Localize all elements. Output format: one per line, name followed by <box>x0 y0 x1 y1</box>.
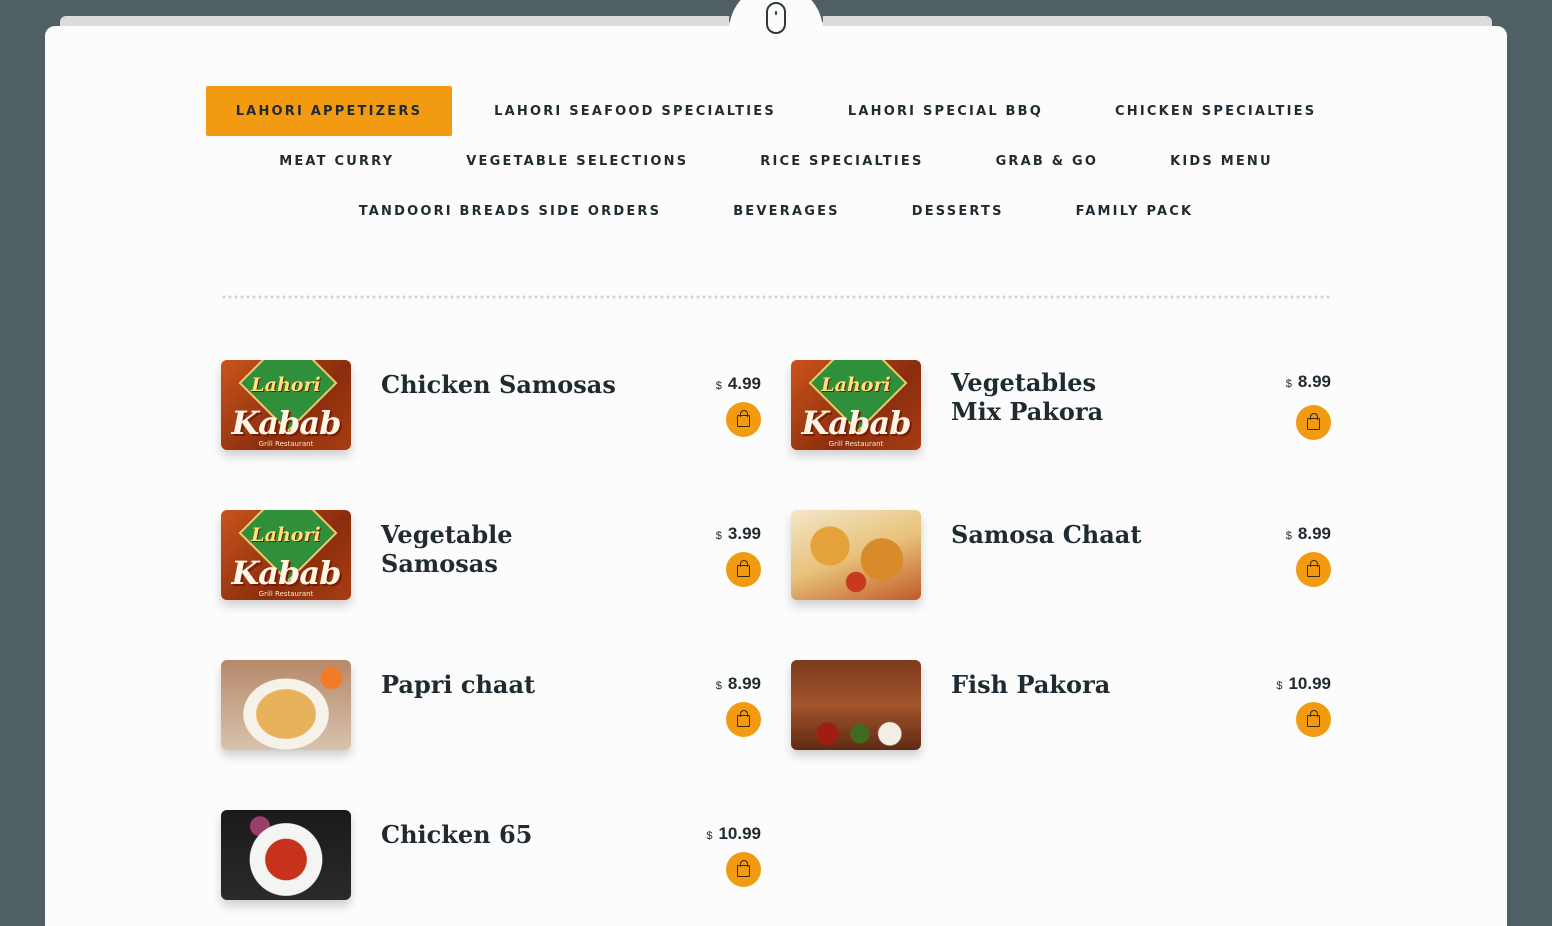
tab-row-3: TANDOORI BREADS SIDE ORDERS BEVERAGES DE… <box>0 186 1552 236</box>
logo-text-grill: Grill Restaurant <box>828 440 884 448</box>
currency-symbol: $ <box>706 830 713 842</box>
item-image-logo[interactable]: Lahori Kabab Grill Restaurant <box>221 360 351 450</box>
tab-lahori-appetizers[interactable]: LAHORI APPETIZERS <box>205 86 453 136</box>
shopping-bag-icon <box>737 560 750 577</box>
logo-text-grill: Grill Restaurant <box>258 590 314 598</box>
add-to-cart-button[interactable] <box>1296 405 1331 440</box>
currency-symbol: $ <box>1285 378 1292 390</box>
logo-text-kabab: Kabab <box>231 404 341 442</box>
dotted-divider <box>221 295 1331 299</box>
item-name[interactable]: Vegetables Mix Pakora <box>951 368 1151 426</box>
shopping-bag-icon <box>1307 560 1320 577</box>
item-image-samosa-chaat[interactable] <box>791 510 921 600</box>
menu-item: Fish Pakora $10.99 <box>791 660 1331 750</box>
logo-text-lahori: Lahori <box>251 524 321 546</box>
menu-item: Samosa Chaat $8.99 <box>791 510 1331 600</box>
add-to-cart-button[interactable] <box>726 852 761 887</box>
category-tabs: LAHORI APPETIZERS LAHORI SEAFOOD SPECIAL… <box>0 86 1552 236</box>
menu-item: Lahori Kabab Grill Restaurant Vegetable … <box>221 510 761 600</box>
item-name[interactable]: Papri chaat <box>381 670 621 699</box>
shopping-bag-icon <box>1307 710 1320 727</box>
logo-text-lahori: Lahori <box>251 374 321 396</box>
price-value: 3.99 <box>727 524 761 543</box>
tab-lahori-seafood-specialties[interactable]: LAHORI SEAFOOD SPECIALTIES <box>464 86 806 136</box>
shopping-bag-icon <box>737 860 750 877</box>
price-value: 4.99 <box>727 374 761 393</box>
add-to-cart-button[interactable] <box>726 552 761 587</box>
item-image-fish-pakora[interactable] <box>791 660 921 750</box>
item-price: $8.99 <box>1286 372 1331 392</box>
item-price: $8.99 <box>716 674 761 694</box>
item-name[interactable]: Chicken 65 <box>381 820 621 849</box>
item-name[interactable]: Samosa Chaat <box>951 520 1191 549</box>
menu-item: Papri chaat $8.99 <box>221 660 761 750</box>
item-image-logo[interactable]: Lahori Kabab Grill Restaurant <box>791 360 921 450</box>
item-name[interactable]: Fish Pakora <box>951 670 1191 699</box>
currency-symbol: $ <box>1285 530 1292 542</box>
menu-item: Lahori Kabab Grill Restaurant Chicken Sa… <box>221 360 761 450</box>
add-to-cart-button[interactable] <box>1296 552 1331 587</box>
logo-text-grill: Grill Restaurant <box>258 440 314 448</box>
shopping-bag-icon <box>1307 413 1320 430</box>
item-name[interactable]: Chicken Samosas <box>381 370 621 399</box>
currency-symbol: $ <box>715 530 722 542</box>
currency-symbol: $ <box>715 380 722 392</box>
tab-rice-specialties[interactable]: RICE SPECIALTIES <box>730 136 953 186</box>
logo-text-kabab: Kabab <box>231 554 341 592</box>
tab-desserts[interactable]: DESSERTS <box>882 186 1034 236</box>
tab-meat-curry[interactable]: MEAT CURRY <box>249 136 424 186</box>
tab-lahori-special-bbq[interactable]: LAHORI SPECIAL BBQ <box>818 86 1073 136</box>
price-value: 8.99 <box>727 674 761 693</box>
item-price: $8.99 <box>1286 524 1331 544</box>
add-to-cart-button[interactable] <box>1296 702 1331 737</box>
add-to-cart-button[interactable] <box>726 702 761 737</box>
tab-beverages[interactable]: BEVERAGES <box>703 186 870 236</box>
item-price: $10.99 <box>1276 674 1331 694</box>
menu-item: Lahori Kabab Grill Restaurant Vegetables… <box>791 360 1331 450</box>
tab-row-1: LAHORI APPETIZERS LAHORI SEAFOOD SPECIAL… <box>0 86 1552 136</box>
currency-symbol: $ <box>1276 680 1283 692</box>
mouse-scroll-icon[interactable] <box>766 2 786 34</box>
currency-symbol: $ <box>715 680 722 692</box>
item-name[interactable]: Vegetable Samosas <box>381 520 621 578</box>
logo-text-lahori: Lahori <box>821 374 891 396</box>
item-image-logo[interactable]: Lahori Kabab Grill Restaurant <box>221 510 351 600</box>
shopping-bag-icon <box>737 710 750 727</box>
item-image-chicken-65[interactable] <box>221 810 351 900</box>
add-to-cart-button[interactable] <box>726 402 761 437</box>
tab-grab-and-go[interactable]: GRAB & GO <box>966 136 1129 186</box>
item-image-papri-chaat[interactable] <box>221 660 351 750</box>
shopping-bag-icon <box>737 410 750 427</box>
price-value: 8.99 <box>1297 524 1331 543</box>
price-value: 8.99 <box>1297 372 1331 391</box>
item-price: $3.99 <box>716 524 761 544</box>
price-value: 10.99 <box>718 824 761 843</box>
tab-family-pack[interactable]: FAMILY PACK <box>1046 186 1224 236</box>
tab-vegetable-selections[interactable]: VEGETABLE SELECTIONS <box>436 136 718 186</box>
tab-row-2: MEAT CURRY VEGETABLE SELECTIONS RICE SPE… <box>0 136 1552 186</box>
tab-tandoori-breads-side-orders[interactable]: TANDOORI BREADS SIDE ORDERS <box>329 186 692 236</box>
item-price: $4.99 <box>716 374 761 394</box>
tab-chicken-specialties[interactable]: CHICKEN SPECIALTIES <box>1085 86 1346 136</box>
menu-item: Chicken 65 $10.99 <box>221 810 761 900</box>
logo-text-kabab: Kabab <box>801 404 911 442</box>
item-price: $10.99 <box>706 824 761 844</box>
price-value: 10.99 <box>1288 674 1331 693</box>
tab-kids-menu[interactable]: KIDS MENU <box>1140 136 1303 186</box>
